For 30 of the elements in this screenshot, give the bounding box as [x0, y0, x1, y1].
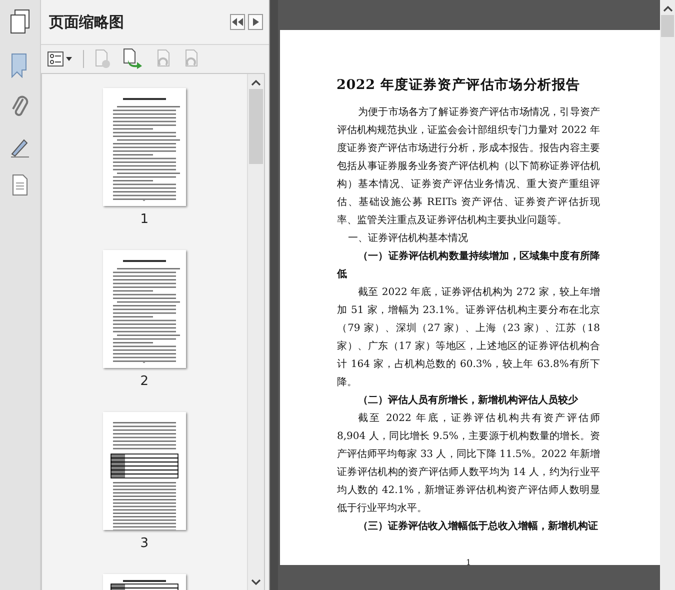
page-number: 1 — [464, 558, 472, 567]
collapse-button[interactable] — [230, 14, 246, 30]
page-thumbnail[interactable] — [102, 412, 186, 530]
scrollbar-thumb[interactable] — [249, 89, 264, 164]
panel-splitter[interactable] — [269, 0, 278, 590]
scroll-down-icon[interactable] — [251, 578, 262, 586]
panel-title: 页面缩略图 — [48, 12, 125, 32]
section-heading: （三）证券评估收入增幅低于总收入增幅，新增机构证 — [357, 519, 599, 534]
paragraph: 截至 2022 年底，证券评估机构为 272 家，较上年增加 51 家，增幅为 23.1%。证券评估机构主要分布在北京（79 家）、深圳（27 家）、上海（23 家）、江苏（18 家）、广东（17 家）等地区，上述地区的证券评估机构合计 164 家，占机构总数的 60.3%，较上年 63.8%有所下降。 — [337, 286, 600, 390]
options-menu-icon[interactable] — [46, 51, 73, 67]
insert-page-icon[interactable] — [122, 48, 144, 70]
paragraph: 为便于市场各方了解证券资产评估市场情况，引导资产评估机构规范执业，证监会会计部组织专门力量对 2022 年度证券资产评估市场进行分析，形成本报告。报告内容主要包括从事证券服务业务资产评估机构（以下简称证券评估机构）基本情况、证券资产评估业务情况、重大资产重组评估、基础设施公募 REITs 资产评估、证券资产评估折现率、监管关注重点及证券评估机构主要执业问题等。 — [337, 106, 600, 228]
page-thumbnail[interactable] — [102, 88, 186, 206]
double-left-arrow-icon — [232, 18, 244, 26]
page-thumbnail[interactable] — [102, 250, 186, 368]
expand-button[interactable] — [248, 14, 264, 30]
paragraph: 截至 2022 年底，证券评估机构共有资产评估师 8,904 人，同比增长 9.5%，主要源于机构数量的增长。资产评估师平均每家 33 人，同比下降 11.5%。2022 年新增证券评估机构的资产评估师人数平均为 14 人，约为行业平均人数的 42.1%，新增证券评估机构资产评估师人数明显低于行业平均水平。 — [337, 412, 600, 516]
section-heading: 一、证券评估机构基本情况 — [347, 232, 469, 246]
document-title: 2022 年度证券资产评估市场分析报告 — [336, 76, 582, 94]
page-number-label: 2 — [140, 374, 149, 391]
page-number-label: 1 — [140, 212, 149, 229]
scrollbar-thumb[interactable] — [661, 15, 674, 37]
page-number-label: 3 — [140, 536, 149, 553]
section-heading: （二）评估人员有所增长，新增机构评估人员较少 — [357, 393, 579, 408]
right-arrow-icon — [252, 18, 259, 26]
section-heading: （一）证券评估机构数量持续增加，区域集中度有所降低 — [337, 249, 600, 282]
pages-icon[interactable] — [8, 9, 31, 35]
scroll-up-icon[interactable] — [251, 79, 262, 87]
scroll-up-icon[interactable] — [662, 5, 672, 13]
document-icon[interactable] — [10, 174, 29, 196]
